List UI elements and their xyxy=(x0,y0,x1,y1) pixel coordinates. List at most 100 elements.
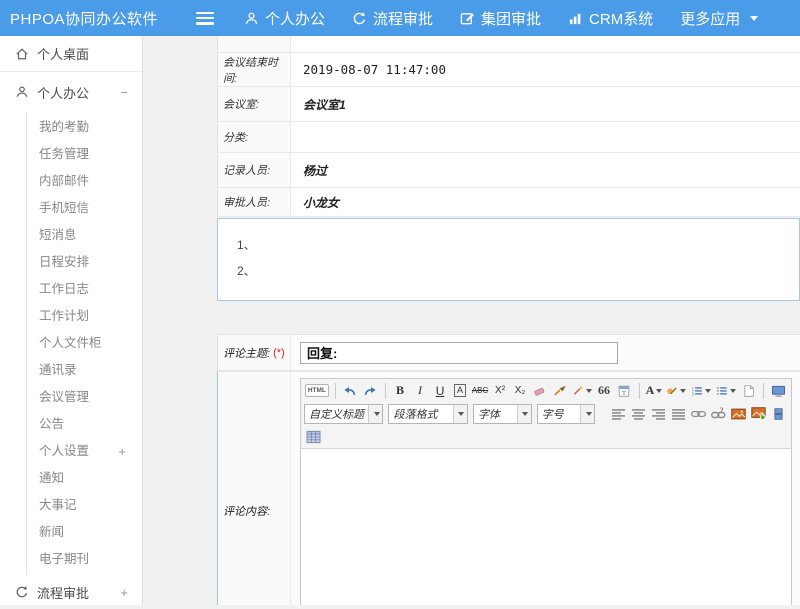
comment-content-label-cell: 评论内容: xyxy=(218,372,291,605)
blockquote-button[interactable]: 66 xyxy=(595,381,614,400)
ordered-list-icon[interactable]: 123 xyxy=(689,381,713,400)
editor-content-area[interactable] xyxy=(301,448,791,605)
undo-button[interactable] xyxy=(341,381,360,400)
align-justify-icon[interactable] xyxy=(669,404,688,423)
sidebar-item-personal-office[interactable]: 个人办公 − xyxy=(0,72,142,112)
home-icon xyxy=(15,47,29,61)
nav-personal-office[interactable]: 个人办公 xyxy=(244,8,325,29)
edit-icon xyxy=(460,11,475,26)
comment-subject-input[interactable] xyxy=(300,342,618,364)
table-row: 分类: xyxy=(218,122,800,153)
sidebar-item-work-plan[interactable]: 工作计划 xyxy=(27,303,142,330)
sidebar-item-file-cabinet[interactable]: 个人文件柜 xyxy=(27,330,142,357)
comment-content-row: 评论内容: HTML B I U A xyxy=(217,371,800,605)
table-row: 会议结束时间: 2019-08-07 11:47:00 xyxy=(218,53,800,87)
sidebar-item-announcement[interactable]: 公告 xyxy=(27,411,142,438)
border-text-button[interactable]: A xyxy=(451,381,470,400)
format-brush-icon[interactable] xyxy=(551,381,570,400)
align-right-icon[interactable] xyxy=(649,404,668,423)
unordered-list-icon[interactable] xyxy=(714,381,738,400)
table-row: 记录人员: 杨过 xyxy=(218,153,800,188)
insert-image-upload-icon[interactable] xyxy=(749,404,768,423)
person-icon xyxy=(244,11,259,26)
custom-title-dropdown[interactable]: 自定义标题 xyxy=(304,404,383,424)
field-value: 小龙女 xyxy=(291,188,800,216)
meeting-notes-box[interactable]: 1、 2、 xyxy=(217,218,800,301)
underline-button[interactable]: U xyxy=(431,381,450,400)
font-color-button[interactable]: A xyxy=(644,381,663,400)
sidebar-item-sms[interactable]: 手机短信 xyxy=(27,195,142,222)
field-value: 2019-08-07 11:47:00 xyxy=(291,53,800,86)
field-label: 审批人员: xyxy=(218,188,291,216)
sidebar-item-news[interactable]: 新闻 xyxy=(27,519,142,546)
strikethrough-button[interactable]: ABC xyxy=(471,381,490,400)
expand-icon[interactable]: + xyxy=(118,438,126,465)
top-navbar: PHPOA协同办公软件 个人办公 流程审批 集团审批 CRM系统 更多应用 xyxy=(0,0,800,36)
sidebar-sublist: 我的考勤 任务管理 内部邮件 手机短信 短消息 日程安排 工作日志 工作计划 个… xyxy=(26,112,142,575)
superscript-button[interactable]: X² xyxy=(491,381,510,400)
insert-image-icon[interactable] xyxy=(729,404,748,423)
svg-text:3: 3 xyxy=(692,392,694,396)
new-document-icon[interactable] xyxy=(739,381,758,400)
menu-toggle-icon[interactable] xyxy=(196,12,214,25)
sidebar-item-short-message[interactable]: 短消息 xyxy=(27,222,142,249)
sidebar-item-personal-settings[interactable]: 个人设置 + xyxy=(27,438,142,465)
notes-line: 1、 xyxy=(237,236,799,253)
sidebar-item-notice[interactable]: 通知 xyxy=(27,465,142,492)
unlink-icon[interactable]: ? xyxy=(709,404,728,423)
nav-group-approval[interactable]: 集团审批 xyxy=(460,8,541,29)
sidebar-item-contacts[interactable]: 通讯录 xyxy=(27,357,142,384)
table-row: 审批人员: 小龙女 xyxy=(218,188,800,217)
notes-line: 2、 xyxy=(237,262,799,279)
bold-button[interactable]: B xyxy=(391,381,410,400)
magic-pen-icon[interactable] xyxy=(571,381,594,400)
italic-button[interactable]: I xyxy=(411,381,430,400)
field-label: 会议结束时间: xyxy=(218,53,291,86)
collapse-icon[interactable]: − xyxy=(120,85,128,100)
link-icon[interactable] xyxy=(689,404,708,423)
sidebar-item-meeting-management[interactable]: 会议管理 xyxy=(27,384,142,411)
chevron-down-icon xyxy=(750,16,758,21)
history-icon xyxy=(352,11,367,26)
sidebar-item-workflow-approval[interactable]: 流程审批 + xyxy=(0,575,142,609)
main-content: 会议结束时间: 2019-08-07 11:47:00 会议室: 会议室1 分类… xyxy=(143,36,800,605)
svg-text:T: T xyxy=(622,389,626,396)
sidebar-item-desktop[interactable]: 个人桌面 xyxy=(0,36,142,72)
redo-button[interactable] xyxy=(361,381,380,400)
field-value: 杨过 xyxy=(291,153,800,187)
svg-text:?: ? xyxy=(720,407,724,415)
sidebar-item-attendance[interactable]: 我的考勤 xyxy=(27,114,142,141)
sidebar-item-work-log[interactable]: 工作日志 xyxy=(27,276,142,303)
sidebar-item-schedule[interactable]: 日程安排 xyxy=(27,249,142,276)
expand-icon[interactable]: + xyxy=(120,585,128,600)
nav-more-apps[interactable]: 更多应用 xyxy=(680,8,758,29)
sidebar-item-e-journal[interactable]: 电子期刊 xyxy=(27,546,142,573)
align-left-icon[interactable] xyxy=(609,404,628,423)
paste-text-icon[interactable]: T xyxy=(615,381,634,400)
editor-toolbar-row-2: 自定义标题 段落格式 字体 字号 xyxy=(301,402,791,425)
field-label: 记录人员: xyxy=(218,153,291,187)
top-nav-menu: 个人办公 流程审批 集团审批 CRM系统 更多应用 xyxy=(244,8,758,29)
eraser-icon[interactable] xyxy=(531,381,550,400)
sidebar-item-memorabilia[interactable]: 大事记 xyxy=(27,492,142,519)
field-value xyxy=(291,122,800,152)
editor-toolbar-row-3 xyxy=(301,425,791,448)
page-break-icon[interactable] xyxy=(769,404,788,423)
history-icon xyxy=(15,585,29,599)
person-icon xyxy=(15,85,29,99)
subscript-button[interactable]: X₂ xyxy=(511,381,530,400)
sidebar-item-task-management[interactable]: 任务管理 xyxy=(27,141,142,168)
insert-table-icon[interactable] xyxy=(304,427,323,446)
highlight-color-icon[interactable] xyxy=(664,381,688,400)
align-center-icon[interactable] xyxy=(629,404,648,423)
sidebar: 个人桌面 个人办公 − 我的考勤 任务管理 内部邮件 手机短信 短消息 日程安排… xyxy=(0,36,143,605)
font-size-dropdown[interactable]: 字号 xyxy=(537,404,596,424)
font-family-dropdown[interactable]: 字体 xyxy=(473,404,532,424)
paragraph-format-dropdown[interactable]: 段落格式 xyxy=(388,404,467,424)
nav-crm-system[interactable]: CRM系统 xyxy=(568,8,653,29)
html-source-button[interactable]: HTML xyxy=(304,381,330,400)
nav-workflow-approval[interactable]: 流程审批 xyxy=(352,8,433,29)
field-value: 会议室1 xyxy=(291,87,800,121)
fullscreen-monitor-icon[interactable] xyxy=(769,381,788,400)
sidebar-item-internal-mail[interactable]: 内部邮件 xyxy=(27,168,142,195)
